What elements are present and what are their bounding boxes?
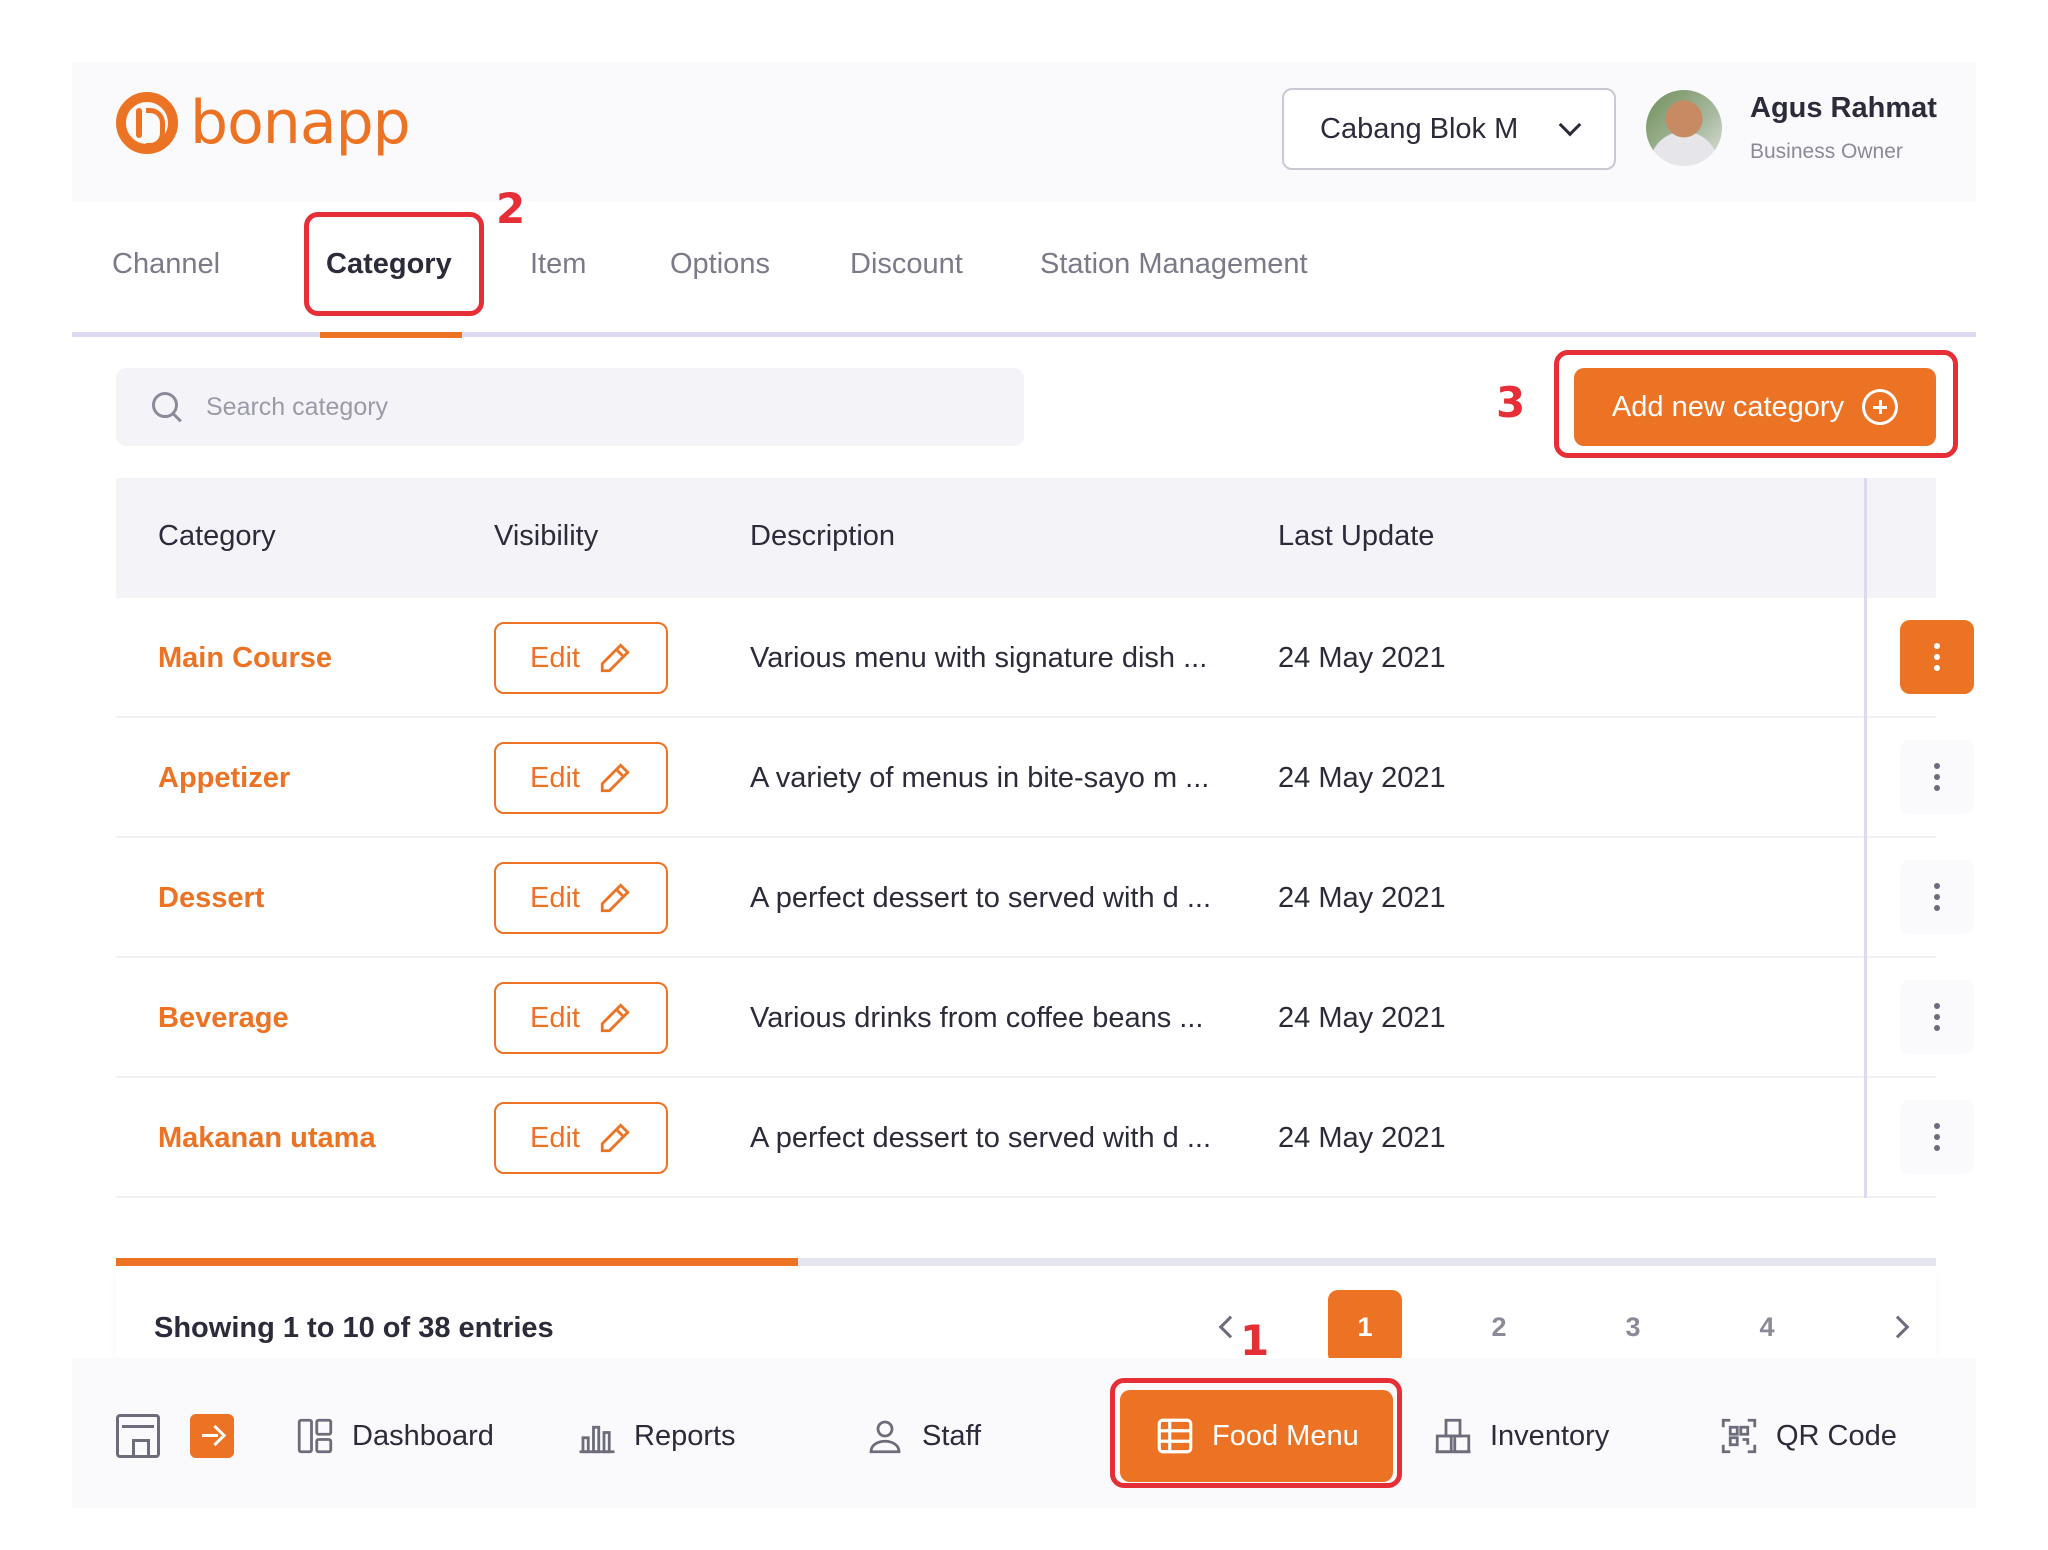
nav-qr-code-label: QR Code <box>1776 1419 1897 1452</box>
page-3-button[interactable]: 3 <box>1596 1290 1670 1364</box>
edit-visibility-button[interactable]: Edit <box>494 982 668 1054</box>
sticky-column-divider <box>1864 478 1867 1198</box>
table-row: Main Course Edit Various menu with signa… <box>116 598 1974 718</box>
category-description: A perfect dessert to served with d ... <box>750 882 1211 914</box>
row-actions-button[interactable] <box>1900 1100 1974 1174</box>
page-4-button[interactable]: 4 <box>1730 1290 1804 1364</box>
table-row: Dessert Edit A perfect dessert to served… <box>116 838 1974 958</box>
next-page-button[interactable] <box>1864 1290 1938 1364</box>
table-row: Makanan utama Edit A perfect dessert to … <box>116 1078 1974 1198</box>
branch-selector-label: Cabang Blok M <box>1320 112 1519 145</box>
edit-visibility-button[interactable]: Edit <box>494 862 668 934</box>
edit-visibility-button[interactable]: Edit <box>494 1102 668 1174</box>
annotation-box-add-button <box>1554 350 1958 458</box>
column-header-category: Category <box>158 520 276 552</box>
tab-options[interactable]: Options <box>670 248 770 281</box>
page-1-button[interactable]: 1 <box>1328 1290 1402 1364</box>
chevron-down-icon <box>1558 113 1582 137</box>
row-actions-button[interactable] <box>1900 740 1974 814</box>
bottom-navigation: Dashboard Reports Staff Food Menu Invent… <box>72 1358 1976 1508</box>
category-description: Various menu with signature dish ... <box>750 642 1208 674</box>
nav-staff[interactable]: Staff <box>864 1408 981 1464</box>
tab-item[interactable]: Item <box>530 248 586 281</box>
store-icon[interactable] <box>116 1414 160 1458</box>
column-header-last-update: Last Update <box>1278 520 1435 552</box>
category-description: A perfect dessert to served with d ... <box>750 1122 1211 1154</box>
last-update: 24 May 2021 <box>1278 1002 1446 1034</box>
nav-inventory[interactable]: Inventory <box>1432 1408 1609 1464</box>
category-name[interactable]: Beverage <box>158 1002 289 1035</box>
row-actions-button[interactable] <box>1900 860 1974 934</box>
annotation-box-food-menu <box>1110 1378 1402 1488</box>
nav-qr-code[interactable]: QR Code <box>1718 1408 1897 1464</box>
avatar[interactable] <box>1646 90 1722 166</box>
pencil-icon <box>598 641 632 675</box>
inventory-icon <box>1435 1418 1471 1454</box>
row-actions-button[interactable] <box>1900 620 1974 694</box>
annotation-number-2: 2 <box>496 184 526 233</box>
edit-visibility-button[interactable]: Edit <box>494 742 668 814</box>
nav-dashboard[interactable]: Dashboard <box>294 1408 494 1464</box>
user-icon <box>869 1420 901 1454</box>
category-name[interactable]: Main Course <box>158 642 332 675</box>
header: bonapp Cabang Blok M Agus Rahmat Busines… <box>72 62 1976 202</box>
horizontal-scrollbar-thumb[interactable] <box>116 1258 798 1266</box>
nav-reports[interactable]: Reports <box>576 1408 736 1464</box>
last-update: 24 May 2021 <box>1278 882 1446 914</box>
logo[interactable]: bonapp <box>116 88 411 158</box>
pencil-icon <box>598 1121 632 1155</box>
annotation-box-category-tab <box>304 212 484 316</box>
category-name[interactable]: Appetizer <box>158 762 290 795</box>
entries-summary: Showing 1 to 10 of 38 entries <box>154 1312 554 1344</box>
user-name: Agus Rahmat <box>1750 92 1937 124</box>
active-tab-indicator <box>320 332 462 338</box>
chevron-right-icon <box>1886 1315 1910 1339</box>
category-description: Various drinks from coffee beans ... <box>750 1002 1204 1034</box>
category-name[interactable]: Dessert <box>158 882 264 915</box>
search-icon <box>150 390 184 424</box>
brand-name: bonapp <box>190 88 411 158</box>
annotation-number-3: 3 <box>1496 378 1526 427</box>
user-role: Business Owner <box>1750 140 1903 163</box>
expand-sidebar-button[interactable] <box>190 1414 234 1458</box>
edit-label: Edit <box>530 761 580 794</box>
dashboard-icon <box>297 1418 333 1454</box>
search-bar[interactable] <box>116 368 1024 446</box>
pencil-icon <box>598 1001 632 1035</box>
tab-discount[interactable]: Discount <box>850 248 963 281</box>
edit-visibility-button[interactable]: Edit <box>494 622 668 694</box>
table-header: Category Visibility Description Last Upd… <box>116 478 1936 598</box>
chevron-left-icon <box>1218 1315 1242 1339</box>
bar-chart-icon <box>579 1425 615 1454</box>
last-update: 24 May 2021 <box>1278 1122 1446 1154</box>
pencil-icon <box>598 881 632 915</box>
annotation-number-1: 1 <box>1240 1316 1270 1365</box>
edit-label: Edit <box>530 641 580 674</box>
edit-label: Edit <box>530 1121 580 1154</box>
column-header-description: Description <box>750 520 896 552</box>
row-actions-button[interactable] <box>1900 980 1974 1054</box>
nav-reports-label: Reports <box>634 1419 736 1452</box>
search-input[interactable] <box>206 392 966 422</box>
tab-channel[interactable]: Channel <box>112 248 220 281</box>
category-name[interactable]: Makanan utama <box>158 1122 376 1155</box>
last-update: 24 May 2021 <box>1278 762 1446 794</box>
column-header-visibility: Visibility <box>494 520 599 552</box>
nav-staff-label: Staff <box>922 1419 982 1452</box>
edit-label: Edit <box>530 881 580 914</box>
nav-inventory-label: Inventory <box>1490 1419 1610 1452</box>
last-update: 24 May 2021 <box>1278 642 1446 674</box>
table-row: Appetizer Edit A variety of menus in bit… <box>116 718 1974 838</box>
branch-selector[interactable]: Cabang Blok M <box>1282 88 1616 170</box>
nav-dashboard-label: Dashboard <box>352 1419 494 1452</box>
edit-label: Edit <box>530 1001 580 1034</box>
tab-station-management[interactable]: Station Management <box>1040 248 1308 281</box>
table-row: Beverage Edit Various drinks from coffee… <box>116 958 1974 1078</box>
bonapp-logo-icon <box>116 92 178 154</box>
category-description: A variety of menus in bite-sayo m ... <box>750 762 1210 794</box>
qr-code-icon <box>1721 1418 1757 1454</box>
category-table: Category Visibility Description Last Upd… <box>116 478 1974 1198</box>
page-2-button[interactable]: 2 <box>1462 1290 1536 1364</box>
pencil-icon <box>598 761 632 795</box>
